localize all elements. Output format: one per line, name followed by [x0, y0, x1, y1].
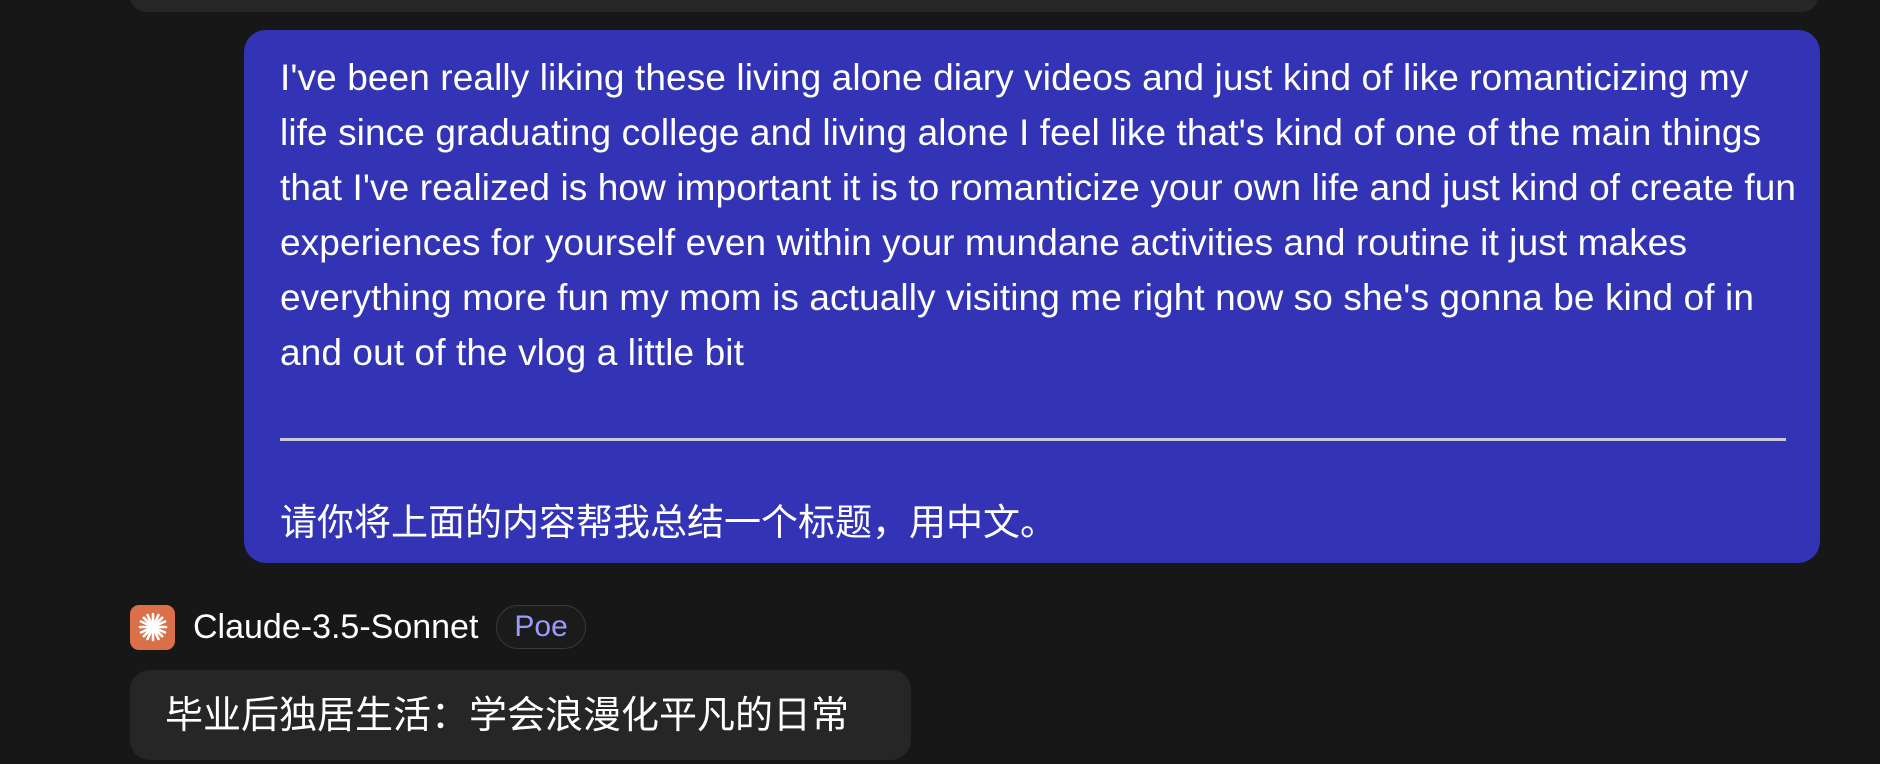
- message-divider: [280, 438, 1786, 441]
- bot-message-bubble: 毕业后独居生活：学会浪漫化平凡的日常: [130, 670, 911, 760]
- user-message-bubble: I've been really liking these living alo…: [244, 30, 1820, 563]
- bot-message-text: 毕业后独居生活：学会浪漫化平凡的日常: [165, 693, 850, 737]
- sunburst-glyph: [138, 612, 167, 642]
- user-message-text: I've been really liking these living alo…: [280, 57, 1797, 373]
- claude-sunburst-icon[interactable]: [130, 604, 175, 650]
- bot-header: Claude-3.5-Sonnet Poe: [130, 604, 586, 650]
- poe-badge: Poe: [496, 605, 586, 649]
- previous-message-bubble: [130, 0, 1818, 12]
- bot-name[interactable]: Claude-3.5-Sonnet: [193, 608, 478, 647]
- user-message-followup: 请你将上面的内容帮我总结一个标题，用中文。: [280, 501, 1057, 544]
- chat-page: I've been really liking these living alo…: [0, 0, 1880, 764]
